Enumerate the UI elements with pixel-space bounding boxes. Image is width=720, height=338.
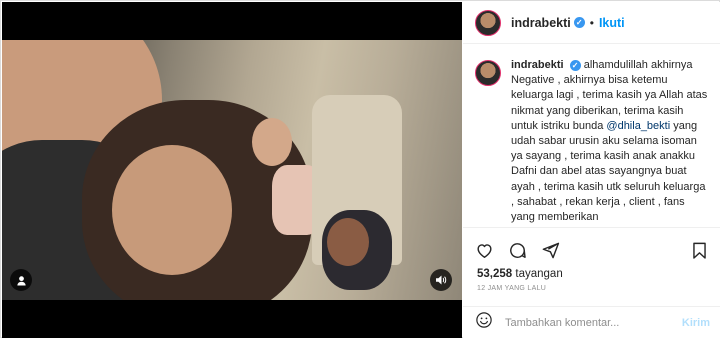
like-button[interactable]: [475, 241, 494, 260]
comment-bar: Kirim: [463, 306, 720, 338]
caption-username[interactable]: indrabekti: [511, 59, 564, 71]
video-scene-shape: [252, 118, 292, 166]
caption-section: indrabekti ✓ alhamdulillah akhirnya Nega…: [463, 44, 720, 228]
avatar[interactable]: [475, 9, 501, 36]
post-sidebar: indrabekti ✓ • Ikuti indrabekti ✓ alhamd…: [463, 2, 720, 338]
header-username[interactable]: indrabekti: [511, 16, 571, 30]
share-button[interactable]: [541, 241, 560, 260]
video-user-button[interactable]: [10, 269, 32, 291]
post-frame: indrabekti ✓ • Ikuti indrabekti ✓ alhamd…: [0, 0, 720, 338]
caption-text: indrabekti ✓ alhamdulillah akhirnya Nega…: [511, 58, 710, 227]
user-icon: [16, 275, 26, 286]
post-header: indrabekti ✓ • Ikuti: [463, 2, 720, 44]
emoji-button[interactable]: [475, 311, 493, 334]
verified-badge-icon: ✓: [569, 60, 581, 71]
post-comment-button[interactable]: Kirim: [682, 317, 710, 329]
video-player[interactable]: [2, 40, 462, 300]
speaker-icon: [436, 275, 447, 285]
caption-body-end: yang udah sabar urusin aku selama isoman…: [511, 119, 706, 224]
view-count[interactable]: 53,258 tayangan: [477, 268, 563, 280]
view-count-number: 53,258: [477, 268, 513, 280]
post-timestamp[interactable]: 12 JAM YANG LALU: [477, 285, 546, 292]
action-bar: [463, 236, 720, 264]
post-media: [2, 2, 462, 338]
heart-icon: [477, 243, 492, 258]
bookmark-icon: [693, 242, 706, 259]
comment-icon: [510, 242, 526, 258]
comment-button[interactable]: [508, 241, 527, 260]
avatar[interactable]: [475, 60, 501, 86]
share-icon: [542, 242, 560, 258]
follow-button[interactable]: Ikuti: [599, 16, 625, 30]
video-audio-button[interactable]: [430, 269, 452, 291]
video-scene-shape: [112, 145, 232, 275]
emoji-icon: [476, 312, 492, 328]
comment-input[interactable]: [505, 316, 665, 329]
view-count-label: tayangan: [515, 268, 563, 280]
separator-dot: •: [589, 15, 594, 30]
verified-badge-icon: ✓: [573, 17, 585, 28]
save-button[interactable]: [691, 241, 708, 260]
caption-mention-link[interactable]: @dhila_bekti: [606, 120, 670, 132]
video-scene-shape: [327, 218, 369, 266]
